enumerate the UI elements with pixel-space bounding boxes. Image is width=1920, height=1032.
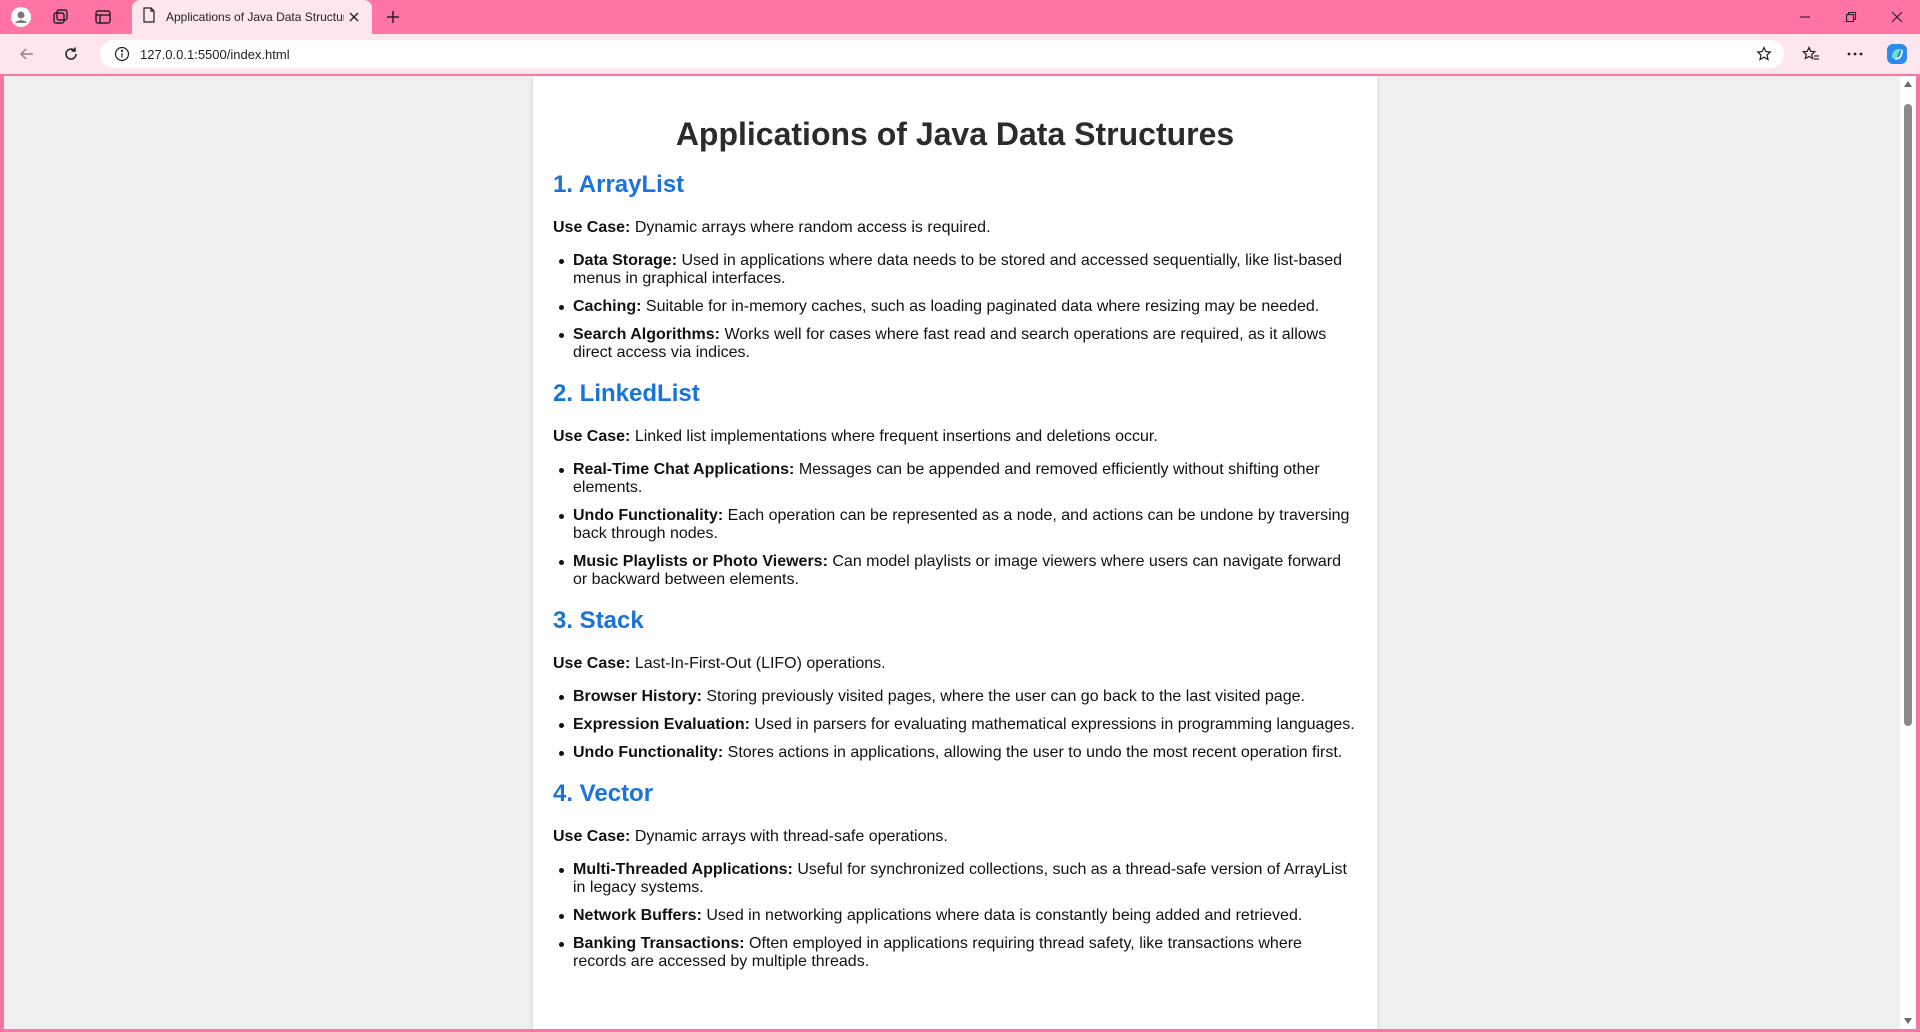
list-item-text: Suitable for in-memory caches, such as l… <box>645 298 1320 315</box>
tab-title: Applications of Java Data Structures <box>166 10 344 24</box>
list-item: Expression Evaluation: Used in parsers f… <box>559 716 1357 734</box>
list-item: Undo Functionality: Each operation can b… <box>559 507 1357 543</box>
address-bar[interactable]: 127.0.0.1:5500/index.html <box>100 40 1784 68</box>
content-section: 1. ArrayList Use Case: Dynamic arrays whe… <box>553 171 1357 362</box>
sections-container: 1. ArrayList Use Case: Dynamic arrays whe… <box>553 171 1357 971</box>
star-icon[interactable] <box>1754 44 1774 64</box>
list-item: Real-Time Chat Applications: Messages ca… <box>559 461 1357 497</box>
restore-icon[interactable] <box>1828 0 1874 34</box>
content-section: 4. Vector Use Case: Dynamic arrays with t… <box>553 780 1357 971</box>
list-item-term: Multi-Threaded Applications: <box>573 861 793 878</box>
use-case-text: Dynamic arrays where random access is re… <box>634 219 991 236</box>
toolbar: 127.0.0.1:5500/index.html <box>0 34 1920 74</box>
list-item-text: Used in networking applications where da… <box>706 907 1303 924</box>
vertical-scrollbar[interactable] <box>1900 76 1916 1029</box>
bullet-list: Multi-Threaded Applications: Useful for … <box>559 861 1357 971</box>
use-case-text: Last-In-First-Out (LIFO) operations. <box>634 655 886 672</box>
plus-icon[interactable] <box>380 4 406 30</box>
use-case-label: Use Case: <box>553 219 631 236</box>
list-item-term: Music Playlists or Photo Viewers: <box>573 553 828 570</box>
scrollbar-thumb[interactable] <box>1904 104 1912 726</box>
info-icon[interactable] <box>114 46 130 62</box>
list-item-text: Used in applications where data needs to… <box>573 252 1343 287</box>
list-item-term: Network Buffers: <box>573 907 702 924</box>
use-case-paragraph: Use Case: Last-In-First-Out (LIFO) opera… <box>553 655 1357 673</box>
list-item-term: Caching: <box>573 298 642 315</box>
profile-icon[interactable] <box>8 4 34 30</box>
refresh-icon[interactable] <box>56 40 86 68</box>
list-item: Caching: Suitable for in-memory caches, … <box>559 298 1357 316</box>
copilot-icon[interactable] <box>1882 40 1912 68</box>
tab-bar: Applications of Java Data Structures <box>0 0 1920 34</box>
list-item: Network Buffers: Used in networking appl… <box>559 907 1357 925</box>
scroll-up-icon[interactable] <box>1900 76 1916 92</box>
use-case-text: Dynamic arrays with thread-safe operatio… <box>634 828 948 845</box>
bullet-list: Browser History: Storing previously visi… <box>559 688 1357 762</box>
section-heading: 3. Stack <box>553 607 644 634</box>
content-section: 3. Stack Use Case: Last-In-First-Out (LIF… <box>553 607 1357 762</box>
list-item-text: Stores actions in applications, allowing… <box>727 744 1343 761</box>
content-card: Applications of Java Data Structures 1. … <box>533 76 1377 1029</box>
list-item-term: Undo Functionality: <box>573 744 724 761</box>
use-case-label: Use Case: <box>553 655 631 672</box>
scroll-down-icon[interactable] <box>1900 1013 1916 1029</box>
use-case-label: Use Case: <box>553 428 631 445</box>
list-item: Undo Functionality: Stores actions in ap… <box>559 744 1357 762</box>
section-heading: 4. Vector <box>553 780 654 807</box>
use-case-text: Linked list implementations where freque… <box>634 428 1158 445</box>
use-case-paragraph: Use Case: Dynamic arrays with thread-saf… <box>553 828 1357 846</box>
tab-active[interactable]: Applications of Java Data Structures <box>132 0 372 34</box>
bullet-list: Data Storage: Used in applications where… <box>559 252 1357 362</box>
list-item: Banking Transactions: Often employed in … <box>559 935 1357 971</box>
favorites-icon[interactable] <box>1796 40 1826 68</box>
page-icon <box>142 6 156 28</box>
bullet-list: Real-Time Chat Applications: Messages ca… <box>559 461 1357 589</box>
list-item-term: Real-Time Chat Applications: <box>573 461 795 478</box>
section-heading: 1. ArrayList <box>553 171 685 198</box>
list-item: Browser History: Storing previously visi… <box>559 688 1357 706</box>
list-item-term: Banking Transactions: <box>573 935 745 952</box>
use-case-label: Use Case: <box>553 828 631 845</box>
list-item-term: Expression Evaluation: <box>573 716 750 733</box>
page-title: Applications of Java Data Structures <box>675 116 1235 152</box>
workspaces-icon[interactable] <box>48 4 74 30</box>
list-item: Search Algorithms: Works well for cases … <box>559 326 1357 362</box>
content-section: 2. LinkedList Use Case: Linked list imple… <box>553 380 1357 589</box>
close-icon[interactable] <box>344 7 364 27</box>
list-item-term: Search Algorithms: <box>573 326 720 343</box>
use-case-paragraph: Use Case: Dynamic arrays where random ac… <box>553 219 1357 237</box>
use-case-paragraph: Use Case: Linked list implementations wh… <box>553 428 1357 446</box>
list-item-text: Used in parsers for evaluating mathemati… <box>754 716 1355 733</box>
more-icon[interactable] <box>1840 40 1870 68</box>
list-item: Data Storage: Used in applications where… <box>559 252 1357 288</box>
list-item-term: Browser History: <box>573 688 702 705</box>
list-item: Multi-Threaded Applications: Useful for … <box>559 861 1357 897</box>
minimize-icon[interactable] <box>1782 0 1828 34</box>
list-item: Music Playlists or Photo Viewers: Can mo… <box>559 553 1357 589</box>
back-arrow-icon[interactable] <box>12 40 42 68</box>
url-text: 127.0.0.1:5500/index.html <box>140 46 290 62</box>
window-close-icon[interactable] <box>1874 0 1920 34</box>
page-viewport: Applications of Java Data Structures 1. … <box>4 76 1900 1029</box>
section-heading: 2. LinkedList <box>553 380 700 407</box>
list-item-text: Storing previously visited pages, where … <box>706 688 1305 705</box>
tab-actions-icon[interactable] <box>90 4 116 30</box>
list-item-term: Undo Functionality: <box>573 507 724 524</box>
list-item-term: Data Storage: <box>573 252 678 269</box>
